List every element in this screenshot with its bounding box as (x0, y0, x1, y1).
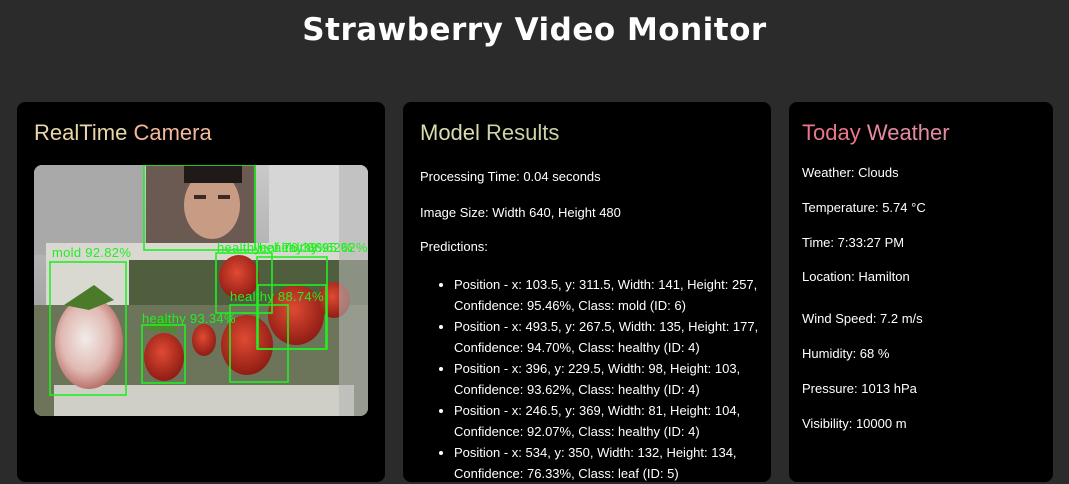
model-title-part2: Results (486, 120, 560, 145)
weather-wind-speed: Wind Speed: 7.2 m/s (802, 311, 923, 326)
detection-label: healthy 93.34% (142, 311, 236, 326)
prediction-item: Position - x: 103.5, y: 311.5, Width: 14… (454, 274, 774, 316)
weather-time: Time: 7:33:27 PM (802, 235, 905, 250)
camera-card-title: RealTime Camera (34, 120, 212, 146)
image-size: Image Size: Width 640, Height 480 (420, 205, 621, 220)
camera-card: RealTime Camera mold 92.82% healthy 93.3… (17, 102, 385, 482)
prediction-item: Position - x: 493.5, y: 267.5, Width: 13… (454, 316, 774, 358)
prediction-item: Position - x: 396, y: 229.5, Width: 98, … (454, 358, 774, 400)
camera-feed: mold 92.82% healthy 93.34% healthy 88.74… (34, 165, 368, 416)
weather-card-title: Today Weather (802, 120, 950, 146)
page-title: Strawberry Video Monitor (302, 12, 767, 48)
weather-location: Location: Hamilton (802, 269, 910, 284)
weather-title-part1: Today (802, 120, 861, 145)
weather-card: Today Weather Weather: Clouds Temperatur… (789, 102, 1053, 482)
camera-title-part1: RealTime (34, 120, 128, 145)
predictions-label: Predictions: (420, 239, 488, 254)
model-results-card: Model Results Processing Time: 0.04 seco… (403, 102, 771, 482)
camera-title-part2: Camera (133, 120, 212, 145)
predictions-list: Position - x: 103.5, y: 311.5, Width: 14… (439, 274, 774, 484)
weather-humidity: Humidity: 68 % (802, 346, 890, 361)
weather-title-part2: Weather (866, 120, 950, 145)
detection-label: healthy (217, 240, 262, 255)
weather-pressure: Pressure: 1013 hPa (802, 381, 917, 396)
detection-label: mold 92.82% (52, 245, 132, 260)
prediction-item: Position - x: 534, y: 350, Width: 132, H… (454, 442, 774, 484)
model-title-part1: Model (420, 120, 480, 145)
prediction-item: Position - x: 246.5, y: 369, Width: 81, … (454, 400, 774, 442)
weather-visibility: Visibility: 10000 m (802, 416, 907, 431)
weather-temperature: Temperature: 5.74 °C (802, 200, 926, 215)
weather-condition: Weather: Clouds (802, 165, 899, 180)
detection-label: healthy 88.74% (230, 289, 324, 304)
model-card-title: Model Results (420, 120, 559, 146)
processing-time: Processing Time: 0.04 seconds (420, 169, 601, 184)
detection-label: healthy 95.62% (274, 240, 368, 255)
